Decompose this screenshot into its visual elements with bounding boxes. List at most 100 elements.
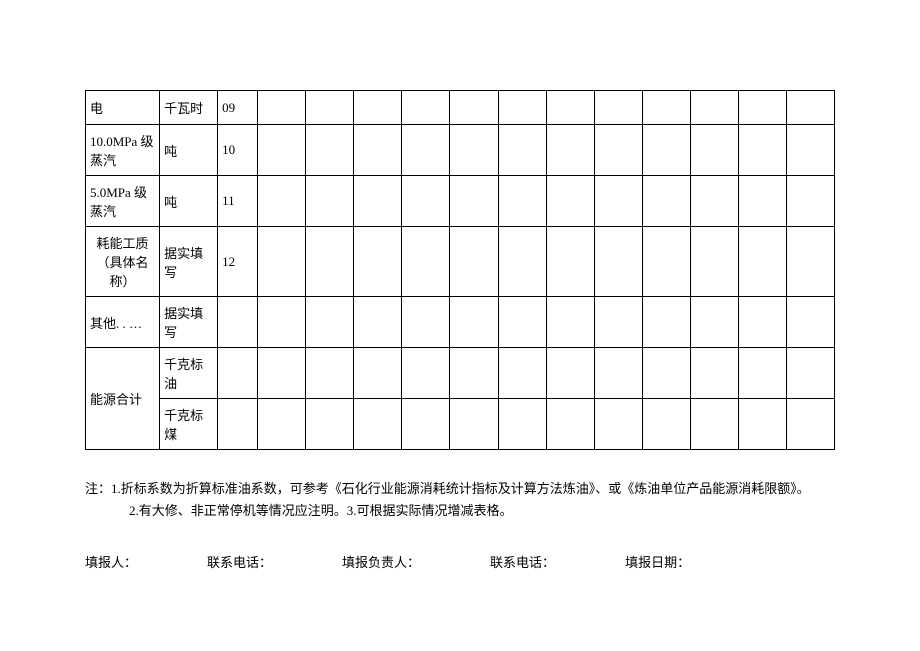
cell-data (642, 125, 690, 176)
cell-data (402, 125, 450, 176)
cell-unit: 吨 (160, 176, 218, 227)
cell-data (498, 125, 546, 176)
cell-data (258, 176, 306, 227)
cell-data (594, 348, 642, 399)
cell-data (546, 297, 594, 348)
cell-code (218, 348, 258, 399)
cell-data (450, 125, 498, 176)
cell-code (218, 399, 258, 450)
cell-data (786, 176, 834, 227)
cell-unit: 千克标油 (160, 348, 218, 399)
cell-data (354, 125, 402, 176)
cell-code (218, 297, 258, 348)
cell-data (258, 91, 306, 125)
cell-data (786, 91, 834, 125)
table-row: 能源合计 千克标油 (86, 348, 835, 399)
cell-data (450, 227, 498, 297)
cell-data (258, 297, 306, 348)
table-row: 千克标煤 (86, 399, 835, 450)
cell-data (306, 297, 354, 348)
cell-data (642, 176, 690, 227)
phone1-label: 联系电话： (207, 552, 272, 571)
cell-name: 其他. . … (86, 297, 160, 348)
note-line-1: 注：1.折标系数为折算标准油系数，可参考《石化行业能源消耗统计指标及计算方法炼油… (85, 478, 835, 500)
cell-data (738, 227, 786, 297)
cell-data (498, 227, 546, 297)
cell-data (690, 227, 738, 297)
cell-code: 09 (218, 91, 258, 125)
cell-summary-label: 能源合计 (86, 348, 160, 450)
cell-data (786, 348, 834, 399)
table-row: 其他. . … 据实填写 (86, 297, 835, 348)
date-label: 填报日期： (625, 552, 690, 571)
cell-data (786, 399, 834, 450)
cell-data (306, 91, 354, 125)
cell-unit: 据实填写 (160, 297, 218, 348)
cell-data (450, 297, 498, 348)
cell-data (354, 297, 402, 348)
cell-data (594, 227, 642, 297)
cell-data (354, 91, 402, 125)
cell-data (738, 91, 786, 125)
cell-data (642, 227, 690, 297)
cell-data (402, 91, 450, 125)
cell-data (498, 348, 546, 399)
cell-name: 5.0MPa 级蒸汽 (86, 176, 160, 227)
cell-data (450, 348, 498, 399)
cell-data (402, 348, 450, 399)
cell-data (306, 176, 354, 227)
cell-data (690, 91, 738, 125)
cell-data (738, 399, 786, 450)
cell-data (786, 297, 834, 348)
cell-data (498, 297, 546, 348)
cell-data (594, 125, 642, 176)
cell-data (498, 399, 546, 450)
cell-data (546, 227, 594, 297)
cell-data (306, 348, 354, 399)
cell-data (786, 227, 834, 297)
cell-data (642, 348, 690, 399)
cell-data (306, 227, 354, 297)
cell-data (594, 399, 642, 450)
cell-data (258, 348, 306, 399)
phone2-label: 联系电话： (490, 552, 555, 571)
cell-data (354, 348, 402, 399)
table-row: 10.0MPa 级蒸汽 吨 10 (86, 125, 835, 176)
cell-data (690, 176, 738, 227)
notes-section: 注：1.折标系数为折算标准油系数，可参考《石化行业能源消耗统计指标及计算方法炼油… (85, 478, 835, 522)
cell-data (402, 176, 450, 227)
cell-data (354, 176, 402, 227)
footer-row: 填报人： 联系电话： 填报负责人： 联系电话： 填报日期： (85, 552, 835, 571)
cell-data (594, 91, 642, 125)
cell-data (258, 399, 306, 450)
cell-unit: 千瓦时 (160, 91, 218, 125)
cell-data (306, 125, 354, 176)
cell-data (546, 125, 594, 176)
cell-data (354, 399, 402, 450)
cell-data (450, 91, 498, 125)
cell-data (258, 227, 306, 297)
cell-data (690, 125, 738, 176)
cell-data (594, 297, 642, 348)
cell-data (738, 176, 786, 227)
cell-code: 12 (218, 227, 258, 297)
cell-data (498, 91, 546, 125)
cell-data (258, 125, 306, 176)
cell-unit: 据实填写 (160, 227, 218, 297)
reporter-label: 填报人： (85, 552, 137, 571)
cell-data (690, 348, 738, 399)
cell-data (546, 91, 594, 125)
cell-data (546, 176, 594, 227)
cell-data (642, 399, 690, 450)
cell-name: 电 (86, 91, 160, 125)
cell-data (642, 91, 690, 125)
energy-table: 电 千瓦时 09 10.0MPa 级蒸汽 吨 10 (85, 90, 835, 450)
cell-data (546, 348, 594, 399)
table-row: 耗能工质（具体名称） 据实填写 12 (86, 227, 835, 297)
cell-data (402, 227, 450, 297)
cell-data (306, 399, 354, 450)
table-row: 电 千瓦时 09 (86, 91, 835, 125)
cell-code: 10 (218, 125, 258, 176)
cell-data (690, 297, 738, 348)
cell-data (738, 297, 786, 348)
